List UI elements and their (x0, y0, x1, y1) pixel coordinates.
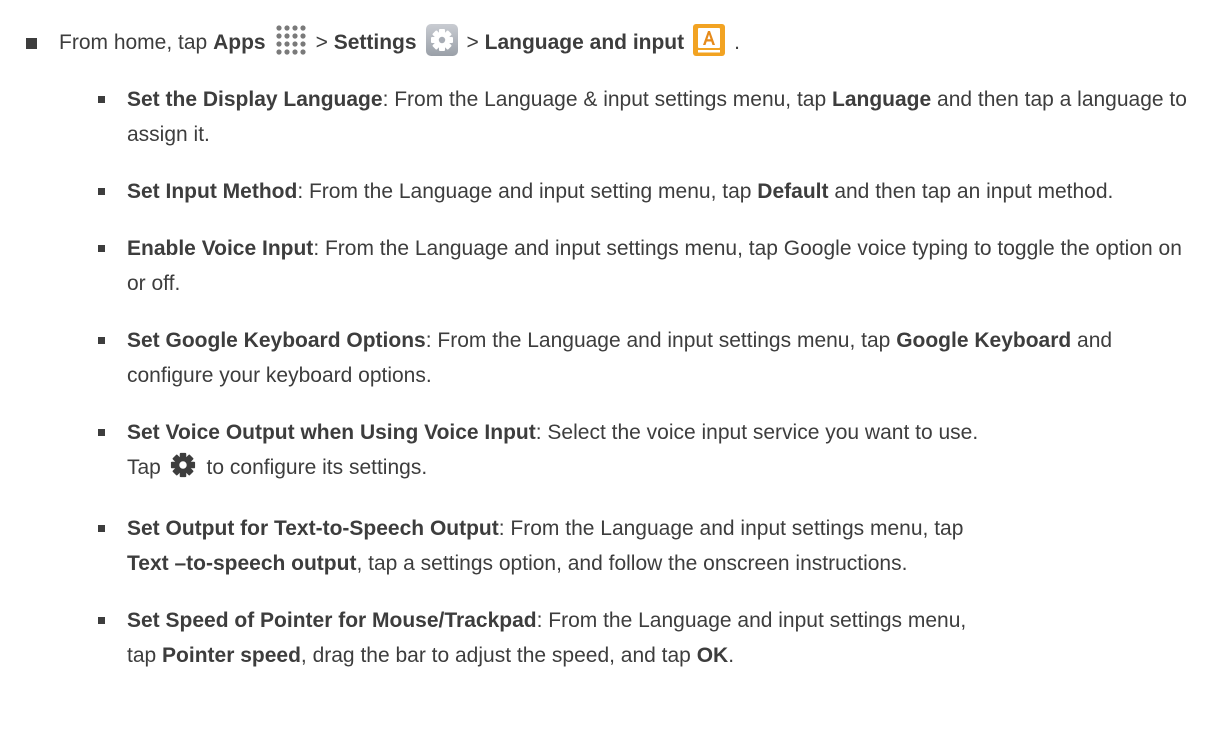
square-bullet (98, 617, 105, 624)
item-body: : Select the voice input service you wan… (535, 421, 979, 444)
square-bullet (98, 337, 105, 344)
item-bold: Text –to-speech output (127, 552, 357, 575)
language-input-icon (692, 23, 726, 63)
item-text: Set the Display Language: From the Langu… (127, 82, 1198, 152)
item-title: Set Output for Text-to-Speech Output (127, 517, 499, 540)
item-text: Set Output for Text-to-Speech Output: Fr… (127, 511, 1198, 581)
list-item: Set Output for Text-to-Speech Output: Fr… (98, 511, 1198, 581)
item-bold: Language (832, 88, 932, 111)
apps-grid-icon (274, 23, 308, 63)
item-body: : From the Language and input settings m… (536, 609, 967, 632)
item-text: Set Speed of Pointer for Mouse/Trackpad:… (127, 609, 967, 667)
separator-2: > (466, 31, 479, 54)
apps-label: Apps (213, 31, 266, 54)
item-body: : From the Language & input settings men… (382, 88, 833, 111)
item-body: : From the Language and input settings m… (425, 329, 897, 352)
item-title: Set Google Keyboard Options (127, 329, 426, 352)
item-text: Set Voice Output when Using Voice Input:… (127, 415, 1198, 489)
intro-end: . (734, 31, 740, 54)
item-title: Set Speed of Pointer for Mouse/Trackpad (127, 609, 537, 632)
settings-label: Settings (333, 31, 417, 54)
square-bullet (98, 188, 105, 195)
item-title: Set the Display Language (127, 88, 383, 111)
list-item: Set Voice Output when Using Voice Input:… (98, 415, 1198, 489)
item-title: Set Input Method (127, 180, 298, 203)
separator-1: > (315, 31, 328, 54)
square-bullet (98, 245, 105, 252)
square-bullet (26, 37, 37, 49)
intro-line: From home, tap Apps > Settings > Languag… (26, 20, 1196, 66)
item-bold: Default (757, 180, 829, 203)
list-item: Set the Display Language: From the Langu… (98, 82, 1198, 152)
intro-prefix: From home, tap (59, 31, 208, 54)
item-body: , drag the bar to adjust the speed, and … (300, 644, 697, 667)
item-text: Set Input Method: From the Language and … (127, 174, 1198, 209)
list-item: Enable Voice Input: From the Language an… (98, 231, 1198, 301)
instruction-list: Set the Display Language: From the Langu… (98, 82, 1198, 695)
square-bullet (98, 429, 105, 436)
square-bullet (98, 525, 105, 532)
item-bold: Google Keyboard (896, 329, 1072, 352)
item-bold: OK (696, 644, 729, 667)
item-title: Set Voice Output when Using Voice Input (127, 421, 536, 444)
item-body: , tap a settings option, and follow the … (356, 552, 908, 575)
item-text: Enable Voice Input: From the Language an… (127, 231, 1198, 301)
item-title: Enable Voice Input (127, 237, 314, 260)
language-input-label: Language and input (484, 31, 685, 54)
item-body: to configure its settings. (200, 456, 428, 479)
list-item: Set Speed of Pointer for Mouse/Trackpad:… (98, 603, 1198, 673)
square-bullet (98, 96, 105, 103)
item-body: : From the Language and input setting me… (297, 180, 758, 203)
item-body: Tap (127, 456, 167, 479)
item-body: and then tap an input method. (828, 180, 1114, 203)
item-bold: Pointer speed (162, 644, 301, 667)
item-body: : From the Language and input settings m… (498, 517, 964, 540)
settings-gear-icon (425, 23, 459, 63)
gear-icon (169, 452, 197, 489)
list-item: Set Input Method: From the Language and … (98, 174, 1198, 209)
list-item: Set Google Keyboard Options: From the La… (98, 323, 1198, 393)
item-body: . (728, 644, 735, 667)
item-text: Set Google Keyboard Options: From the La… (127, 323, 1198, 393)
